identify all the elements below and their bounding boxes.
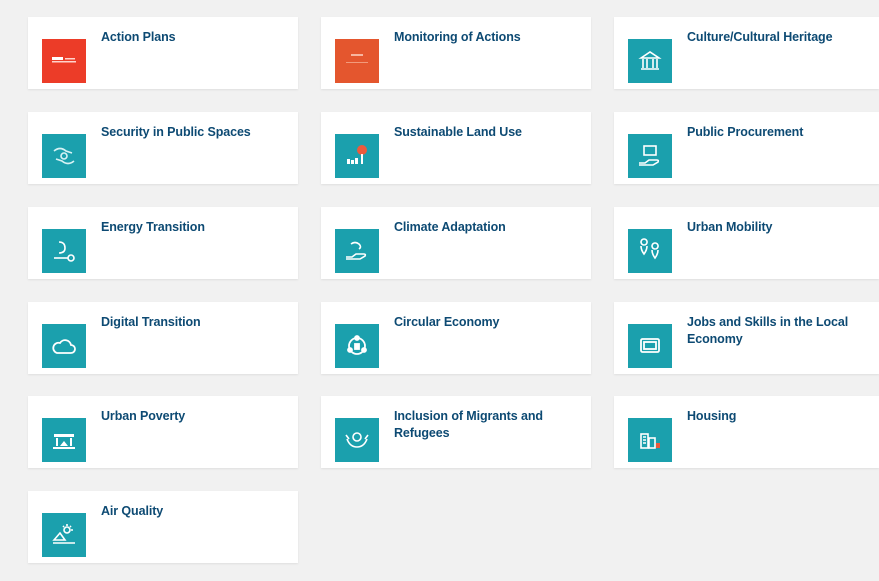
action-plans-logo-icon (42, 39, 86, 83)
monitor-icon (628, 324, 672, 368)
card-jobs-and-skills[interactable]: Jobs and Skills in the Local Economy (614, 302, 879, 374)
card-label: Public Procurement (687, 125, 804, 139)
energy-plug-icon (42, 229, 86, 273)
monitoring-document-icon (335, 39, 379, 83)
card-label: Inclusion of Migrants and Refugees (394, 409, 543, 440)
air-quality-sun-icon (42, 513, 86, 557)
card-action-plans[interactable]: Action Plans (28, 17, 298, 89)
card-label: Energy Transition (101, 220, 205, 234)
card-label: Circular Economy (394, 315, 500, 329)
card-label: Action Plans (101, 30, 176, 44)
housing-buildings-icon (628, 418, 672, 462)
card-label: Urban Poverty (101, 409, 186, 423)
card-public-procurement[interactable]: Public Procurement (614, 112, 879, 184)
map-pins-icon (628, 229, 672, 273)
topic-grid: Action Plans Monitoring of Actions Cultu… (0, 0, 879, 581)
land-use-tree-icon (335, 134, 379, 178)
card-label: Air Quality (101, 504, 164, 518)
card-label: Security in Public Spaces (101, 125, 251, 139)
card-climate-adaptation[interactable]: Climate Adaptation (321, 207, 591, 279)
card-label: Climate Adaptation (394, 220, 506, 234)
card-security-in-public-spaces[interactable]: Security in Public Spaces (28, 112, 298, 184)
card-label: Jobs and Skills in the Local Economy (687, 315, 849, 346)
procurement-hand-icon (628, 134, 672, 178)
circular-arrows-icon (335, 324, 379, 368)
card-urban-poverty[interactable]: Urban Poverty (28, 396, 298, 468)
card-circular-economy[interactable]: Circular Economy (321, 302, 591, 374)
card-energy-transition[interactable]: Energy Transition (28, 207, 298, 279)
climate-hand-icon (335, 229, 379, 273)
card-sustainable-land-use[interactable]: Sustainable Land Use (321, 112, 591, 184)
cloud-icon (42, 324, 86, 368)
museum-building-icon (628, 39, 672, 83)
security-hands-icon (42, 134, 86, 178)
shelter-icon (42, 418, 86, 462)
card-air-quality[interactable]: Air Quality (28, 491, 298, 563)
card-inclusion-of-migrants[interactable]: Inclusion of Migrants and Refugees (321, 396, 591, 468)
card-label: Sustainable Land Use (394, 125, 522, 139)
card-label: Housing (687, 409, 737, 423)
card-label: Urban Mobility (687, 220, 773, 234)
card-label: Culture/Cultural Heritage (687, 30, 833, 44)
card-label: Digital Transition (101, 315, 201, 329)
card-urban-mobility[interactable]: Urban Mobility (614, 207, 879, 279)
card-culture-cultural-heritage[interactable]: Culture/Cultural Heritage (614, 17, 879, 89)
card-monitoring-of-actions[interactable]: Monitoring of Actions (321, 17, 591, 89)
card-housing[interactable]: Housing (614, 396, 879, 468)
inclusion-hands-icon (335, 418, 379, 462)
card-digital-transition[interactable]: Digital Transition (28, 302, 298, 374)
card-label: Monitoring of Actions (394, 30, 521, 44)
